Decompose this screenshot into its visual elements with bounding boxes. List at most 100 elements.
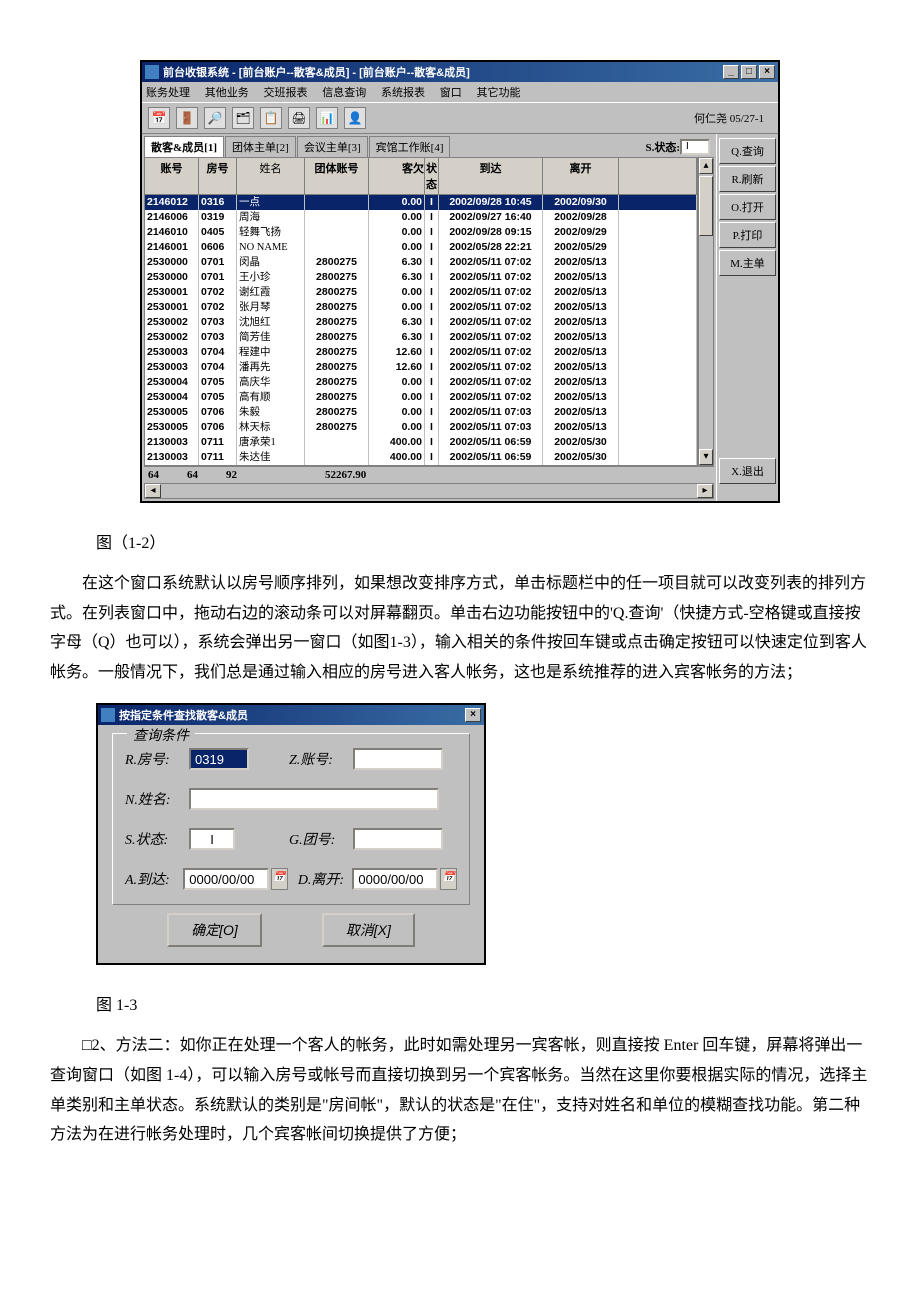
figure-caption-2: 图 1-3 [50, 965, 870, 1015]
window-titlebar[interactable]: 前台收银系统 - [前台账户--散客&成员] - [前台账户--散客&成员] _… [142, 62, 778, 82]
room-label: R.房号: [125, 749, 189, 769]
table-footer: 64 64 92 52267.90 [144, 466, 714, 483]
user-label: 何仁尧 05/27-1 [694, 110, 772, 126]
menu-item[interactable]: 其他业务 [205, 87, 249, 99]
header-status[interactable]: 状态 [425, 158, 439, 195]
menu-item[interactable]: 交班报表 [264, 87, 308, 99]
minimize-button[interactable]: _ [723, 65, 739, 79]
account-input[interactable] [353, 748, 443, 770]
table-row[interactable]: 21300030711唐承荣1400.00I2002/05/11 06:5920… [145, 435, 697, 450]
dialog-close-button[interactable]: × [465, 708, 481, 722]
table-row[interactable]: 25300010702张月琴28002750.00I2002/05/11 07:… [145, 300, 697, 315]
header-room[interactable]: 房号 [199, 158, 237, 195]
vertical-scrollbar[interactable]: ▴ ▾ [698, 157, 714, 466]
user-icon[interactable]: 👤 [344, 107, 366, 129]
group-label: G.团号: [289, 829, 353, 849]
open-button[interactable]: O.打开 [719, 194, 776, 220]
footer-count-2: 64 [187, 469, 198, 481]
print-icon[interactable]: 🖨 [288, 107, 310, 129]
room-input[interactable] [189, 748, 249, 770]
header-name[interactable]: 姓名 [237, 158, 305, 195]
dialog-titlebar[interactable]: 按指定条件查找散客&成员 × [98, 705, 484, 725]
arrival-input[interactable] [183, 868, 269, 890]
group-input[interactable] [353, 828, 443, 850]
table-row[interactable]: 21300030711朱达佳400.00I2002/05/11 06:59200… [145, 450, 697, 465]
table-row[interactable]: 21460060319周海0.00I2002/09/27 16:402002/0… [145, 210, 697, 225]
header-balance[interactable]: 客欠 [369, 158, 425, 195]
menu-item[interactable]: 系统报表 [381, 87, 425, 99]
tab-house[interactable]: 宾馆工作账[4] [369, 136, 451, 157]
header-blank [619, 158, 697, 195]
status-label: S.状态: [125, 829, 189, 849]
refresh-button[interactable]: R.刷新 [719, 166, 776, 192]
menu-item[interactable]: 其它功能 [477, 87, 521, 99]
door-icon[interactable]: 🚪 [176, 107, 198, 129]
menu-item[interactable]: 账务处理 [146, 87, 190, 99]
table-row[interactable]: 25300020703简芳佳28002756.30I2002/05/11 07:… [145, 330, 697, 345]
criteria-group: 查询条件 R.房号: Z.账号: N.姓名: S.状态: G.团号: [112, 733, 470, 905]
maximize-button[interactable]: □ [741, 65, 757, 79]
table-row[interactable]: 25300040705高庆华28002750.00I2002/05/11 07:… [145, 375, 697, 390]
paragraph-1: 在这个窗口系统默认以房号顺序排列，如果想改变排序方式，单击标题栏中的任一项目就可… [50, 569, 870, 687]
tab-group[interactable]: 团体主单[2] [225, 136, 296, 157]
departure-input[interactable] [352, 868, 438, 890]
window-title: 前台收银系统 - [前台账户--散客&成员] - [前台账户--散客&成员] [163, 64, 470, 80]
arrival-label: A.到达: [125, 869, 183, 889]
cancel-button[interactable]: 取消[X] [322, 913, 415, 947]
footer-total: 52267.90 [325, 469, 366, 481]
scroll-down-button[interactable]: ▾ [699, 449, 713, 465]
scroll-right-button[interactable]: ▸ [697, 484, 713, 498]
name-input[interactable] [189, 788, 439, 810]
table-row[interactable]: 25300000701王小珍28002756.30I2002/05/11 07:… [145, 270, 697, 285]
table-row[interactable]: 25300010702谢红霞28002750.00I2002/05/11 07:… [145, 285, 697, 300]
scroll-thumb[interactable] [699, 176, 713, 236]
exit-button[interactable]: X.退出 [719, 458, 776, 484]
menu-item[interactable]: 信息查询 [322, 87, 366, 99]
print-button[interactable]: P.打印 [719, 222, 776, 248]
guest-table: 账号 房号 姓名 团体账号 客欠 状态 到达 离开 21460120316一点0… [144, 157, 698, 466]
table-row[interactable]: 21460010606NO NAME0.00I2002/05/28 22:212… [145, 240, 697, 255]
table-row[interactable]: 25300020703沈旭红28002756.30I2002/05/11 07:… [145, 315, 697, 330]
calendar-icon[interactable]: 📅 [440, 868, 457, 890]
header-arrival[interactable]: 到达 [439, 158, 543, 195]
tab-meeting[interactable]: 会议主单[3] [297, 136, 368, 157]
side-panel: Q.查询 R.刷新 O.打开 P.打印 M.主单 X.退出 [716, 134, 778, 501]
ok-button[interactable]: 确定[O] [167, 913, 262, 947]
calendar-icon[interactable]: 📅 [271, 868, 288, 890]
search-icon[interactable]: 🔎 [204, 107, 226, 129]
list-icon[interactable]: 📋 [260, 107, 282, 129]
status-filter-input[interactable] [680, 139, 710, 155]
chart-icon[interactable]: 📊 [316, 107, 338, 129]
header-departure[interactable]: 离开 [543, 158, 619, 195]
close-button[interactable]: × [759, 65, 775, 79]
table-row[interactable]: 25300050706林天标28002750.00I2002/05/11 07:… [145, 420, 697, 435]
tab-guests[interactable]: 散客&成员[1] [144, 136, 224, 157]
search-dialog: 按指定条件查找散客&成员 × 查询条件 R.房号: Z.账号: N.姓名: [96, 703, 486, 965]
document-page: 前台收银系统 - [前台账户--散客&成员] - [前台账户--散客&成员] _… [0, 0, 920, 1226]
calendar-icon[interactable]: 📅 [148, 107, 170, 129]
header-group[interactable]: 团体账号 [305, 158, 369, 195]
menubar: 账务处理 其他业务 交班报表 信息查询 系统报表 窗口 其它功能 [142, 82, 778, 102]
header-account[interactable]: 账号 [145, 158, 199, 195]
table-row[interactable]: 21460120316一点0.00I2002/09/28 10:452002/0… [145, 195, 697, 210]
tree-icon[interactable]: 🗂 [232, 107, 254, 129]
table-header: 账号 房号 姓名 团体账号 客欠 状态 到达 离开 [145, 158, 697, 195]
status-input[interactable] [189, 828, 235, 850]
toolbar: 📅 🚪 🔎 🗂 📋 🖨 📊 👤 何仁尧 05/27-1 [142, 102, 778, 134]
footer-count-1: 64 [148, 469, 159, 481]
table-row[interactable]: 25300040705高有顺28002750.00I2002/05/11 07:… [145, 390, 697, 405]
table-row[interactable]: 25300000701闵晶28002756.30I2002/05/11 07:0… [145, 255, 697, 270]
query-button[interactable]: Q.查询 [719, 138, 776, 164]
master-button[interactable]: M.主单 [719, 250, 776, 276]
horizontal-scrollbar[interactable]: ◂ ▸ [144, 483, 714, 499]
table-row[interactable]: 21460100405轻舞飞扬0.00I2002/09/28 09:152002… [145, 225, 697, 240]
scroll-up-button[interactable]: ▴ [699, 158, 713, 174]
footer-count-3: 92 [226, 469, 237, 481]
account-label: Z.账号: [289, 749, 353, 769]
scroll-left-button[interactable]: ◂ [145, 484, 161, 498]
menu-item[interactable]: 窗口 [440, 87, 462, 99]
status-filter-label: S.状态: [645, 139, 680, 155]
table-row[interactable]: 25300050706朱毅28002750.00I2002/05/11 07:0… [145, 405, 697, 420]
table-row[interactable]: 25300030704程建中280027512.60I2002/05/11 07… [145, 345, 697, 360]
table-row[interactable]: 25300030704潘再先280027512.60I2002/05/11 07… [145, 360, 697, 375]
